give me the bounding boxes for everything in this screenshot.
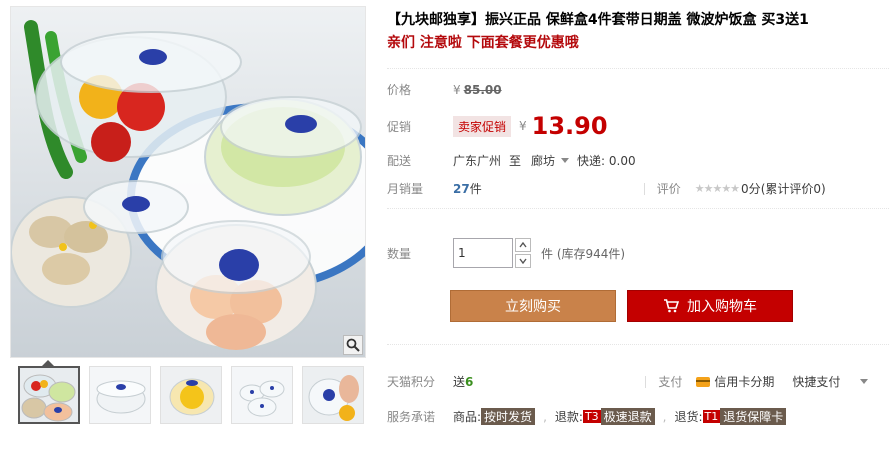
sales-row: 月销量 27 件 评价 ★★★★★ 0分 (累计评价0) (387, 180, 826, 197)
chevron-down-icon[interactable] (860, 379, 869, 384)
chevron-down-icon (519, 258, 527, 264)
quantity-input[interactable] (453, 238, 513, 268)
decrease-button[interactable] (515, 254, 531, 268)
add-to-cart-button[interactable]: 加入购物车 (627, 290, 793, 322)
buy-now-label: 立刻购买 (505, 299, 561, 315)
rating-label: 评价 (656, 182, 681, 196)
refund-label: 退款: (554, 410, 583, 424)
main-product-image[interactable] (10, 6, 366, 358)
buy-now-button[interactable]: 立刻购买 (450, 290, 616, 322)
destination-select[interactable]: 廊坊 (531, 152, 555, 169)
promo-row: 促销 卖家促销 ¥ 13.90 (387, 112, 608, 140)
points-row: 天猫积分 送 6 支付 信用卡分期 快捷支付 (387, 373, 876, 390)
monthly-sales-count: 27 (453, 181, 470, 196)
stock-text: 件 (库存944件) (541, 246, 626, 261)
chevron-down-icon[interactable] (561, 158, 570, 163)
food-containers-photo (11, 7, 365, 357)
return-label: 退货: (674, 410, 703, 424)
price-label: 价格 (387, 83, 412, 97)
shipping-label: 配送 (387, 154, 412, 168)
pay-label: 支付 (658, 375, 683, 389)
refund-t-badge: T3 (582, 410, 601, 423)
seller-promo-badge: 卖家促销 (453, 115, 512, 137)
separator: , (662, 409, 667, 424)
product-info: 【九块邮独享】振兴正品 保鲜盒4件套带日期盖 微波炉饭盒 买3送1 亲们 注意啦… (387, 10, 887, 54)
quantity-label: 数量 (387, 246, 412, 261)
thumbnail-2[interactable] (89, 366, 151, 424)
currency-symbol: ¥ (519, 119, 527, 133)
promo-price: 13.90 (531, 112, 608, 140)
thumbnail-strip (18, 366, 373, 424)
service-label: 服务承诺 (387, 410, 436, 424)
monthly-sales-label: 月销量 (387, 182, 424, 196)
shipping-origin: 广东广州 (453, 154, 502, 168)
price-row: 价格 ¥ 85.00 (387, 81, 502, 98)
zoom-icon (346, 338, 360, 352)
credit-installment[interactable]: 信用卡分期 (714, 373, 774, 390)
service-row: 服务承诺 商品: 按时发货 , 退款: T3 极速退款 , 退货: T1 退货保… (387, 408, 787, 425)
separator: , (543, 409, 547, 424)
on-time-shipping-badge[interactable]: 按时发货 (481, 408, 536, 425)
star-icon: ★★★★★ (694, 182, 740, 195)
thumbnail-4[interactable] (231, 366, 293, 424)
promo-label: 促销 (387, 119, 412, 134)
points-send: 送 (453, 375, 466, 389)
express-fee: 快递: 0.00 (577, 154, 636, 168)
points-value: 6 (465, 374, 474, 389)
sales-unit: 件 (469, 182, 482, 196)
product-subtitle: 亲们 注意啦 下面套餐更优惠哦 (387, 35, 579, 51)
chevron-up-icon (519, 242, 527, 248)
divider (643, 182, 645, 195)
shipping-row: 配送 广东广州 至 廊坊 快递: 0.00 (387, 152, 636, 169)
product-title: 【九块邮独享】振兴正品 保鲜盒4件套带日期盖 微波炉饭盒 买3送1 (387, 12, 809, 28)
product-gallery (10, 6, 366, 358)
add-to-cart-label: 加入购物车 (687, 299, 757, 315)
rating-score: 0分 (741, 182, 761, 196)
cart-icon (664, 299, 679, 313)
increase-button[interactable] (515, 238, 531, 252)
reviews-link[interactable]: (累计评价0) (761, 180, 826, 197)
quantity-stepper (515, 238, 531, 268)
quantity-row: 数量 件 (库存944件) (387, 238, 625, 268)
fast-refund-badge[interactable]: 极速退款 (600, 408, 655, 425)
original-price: 85.00 (463, 82, 502, 97)
return-t-badge: T1 (702, 410, 721, 423)
goods-label: 商品: (453, 410, 482, 424)
price-panel: 价格 ¥ 85.00 促销 卖家促销 ¥ 13.90 配送 广东广州 至 廊坊 … (387, 68, 889, 209)
credit-card-icon (696, 376, 711, 387)
thumbnail-1[interactable] (18, 366, 80, 424)
zoom-button[interactable] (343, 335, 363, 355)
points-label: 天猫积分 (387, 375, 436, 389)
service-panel: 天猫积分 送 6 支付 信用卡分期 快捷支付 服务承诺 商品: 按时发货 , 退… (387, 344, 889, 450)
quick-pay[interactable]: 快捷支付 (792, 373, 840, 390)
shipping-to: 至 (509, 154, 522, 168)
thumbnail-5[interactable] (302, 366, 364, 424)
divider (645, 375, 647, 388)
return-guarantee-badge[interactable]: 退货保障卡 (720, 408, 787, 425)
thumbnail-3[interactable] (160, 366, 222, 424)
currency-symbol: ¥ (453, 82, 461, 97)
